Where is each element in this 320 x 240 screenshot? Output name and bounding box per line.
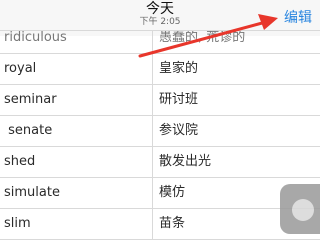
english-word: royal	[0, 54, 153, 84]
table-row: simulate 模仿	[0, 178, 320, 209]
assistive-touch-button[interactable]	[280, 184, 320, 234]
english-word: seminar	[0, 85, 153, 115]
english-word: ridiculous	[0, 31, 153, 53]
english-word: slim	[0, 209, 153, 239]
table-row: slim 苗条	[0, 209, 320, 240]
edit-button[interactable]: 编辑	[284, 7, 320, 29]
chinese-meaning: 研讨班	[159, 92, 199, 107]
chinese-meaning: 皇家的	[159, 61, 199, 76]
english-word: simulate	[0, 178, 153, 208]
english-word: senate	[0, 116, 153, 146]
table-row: senate 参议院	[0, 116, 320, 147]
table-row: shed 散发出光	[0, 147, 320, 178]
table-row: royal 皇家的	[0, 54, 320, 85]
table-row: seminar 研讨班	[0, 85, 320, 116]
chinese-meaning: 愚蠢的, 荒谬的	[159, 31, 246, 45]
chinese-meaning: 参议院	[159, 123, 199, 138]
note-time: 下午 2:05	[139, 17, 181, 27]
english-word: shed	[0, 147, 153, 177]
table-row: ridiculous 愚蠢的, 荒谬的	[0, 31, 320, 54]
chinese-meaning: 散发出光	[159, 154, 212, 169]
assistive-touch-icon	[292, 199, 314, 221]
vocabulary-table: ridiculous 愚蠢的, 荒谬的 royal 皇家的 seminar 研讨…	[0, 30, 320, 240]
